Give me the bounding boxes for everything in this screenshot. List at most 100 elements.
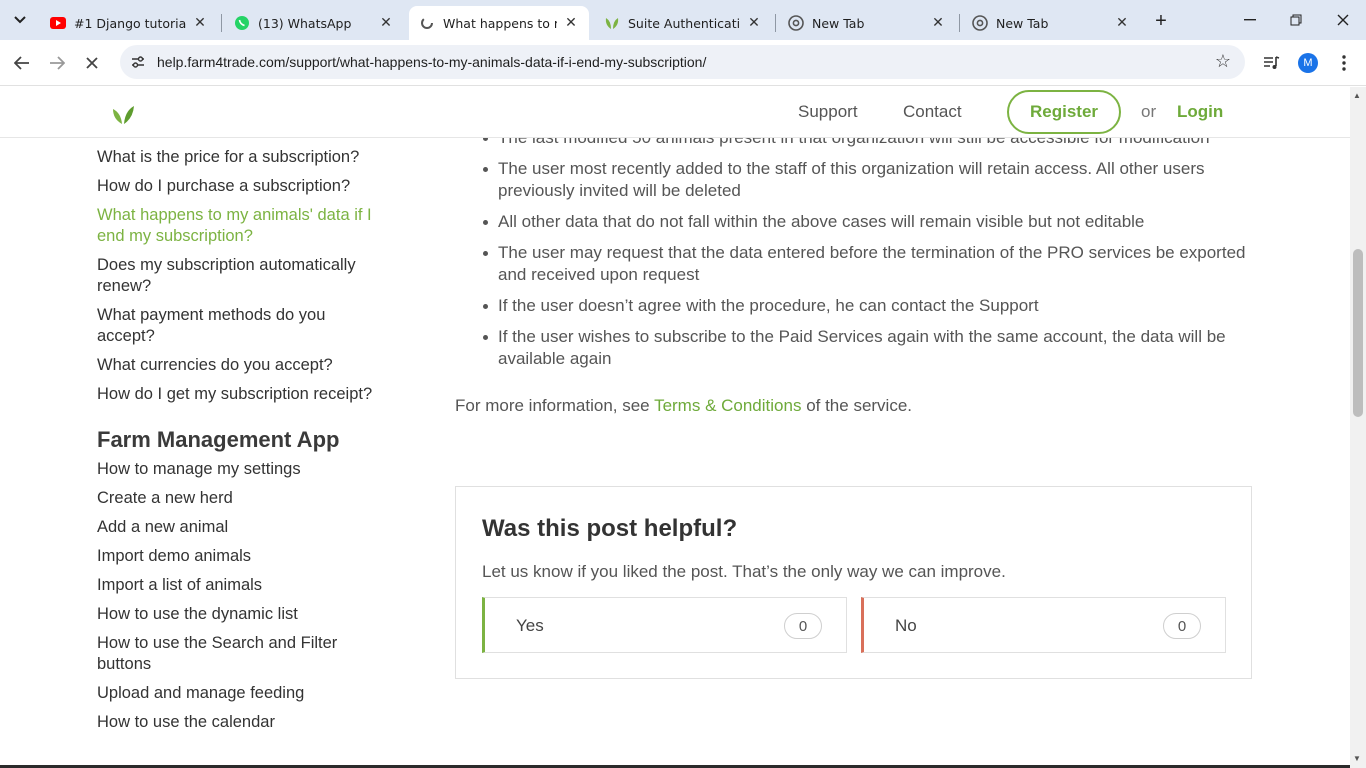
tab-whatsapp[interactable]: (13) WhatsApp ✕ bbox=[224, 6, 404, 40]
sidebar-item-settings[interactable]: How to manage my settings bbox=[97, 459, 387, 480]
nav-contact-link[interactable]: Contact bbox=[903, 102, 962, 122]
scroll-up-icon[interactable]: ▲ bbox=[1353, 91, 1361, 100]
login-link[interactable]: Login bbox=[1177, 102, 1223, 122]
sidebar-item-new-animal[interactable]: Add a new animal bbox=[97, 517, 387, 538]
sidebar-item-calendar[interactable]: How to use the calendar bbox=[97, 712, 387, 733]
list-item: All other data that do not fall within t… bbox=[455, 211, 1255, 233]
chrome-icon bbox=[788, 15, 804, 31]
vote-yes-count: 0 bbox=[784, 613, 822, 639]
arrow-left-icon bbox=[14, 56, 29, 70]
chevron-down-icon bbox=[14, 16, 26, 24]
sidebar-item-search-filter[interactable]: How to use the Search and Filter buttons bbox=[97, 633, 387, 675]
register-button[interactable]: Register bbox=[1007, 90, 1121, 134]
back-button[interactable] bbox=[9, 50, 35, 76]
loading-icon bbox=[419, 15, 435, 31]
close-icon[interactable]: ✕ bbox=[378, 15, 394, 31]
terms-conditions-link[interactable]: Terms & Conditions bbox=[654, 396, 801, 415]
close-window-button[interactable] bbox=[1329, 8, 1357, 32]
plus-icon: + bbox=[1155, 9, 1167, 32]
close-icon[interactable]: ✕ bbox=[1114, 15, 1130, 31]
sidebar-item-price[interactable]: What is the price for a subscription? bbox=[97, 147, 387, 168]
vote-no-label: No bbox=[895, 616, 917, 635]
sidebar-item-currencies[interactable]: What currencies do you accept? bbox=[97, 355, 387, 376]
more-vertical-icon bbox=[1342, 55, 1346, 71]
tab-title: What happens to my bbox=[443, 15, 557, 31]
profile-avatar[interactable]: M bbox=[1298, 53, 1318, 73]
address-bar[interactable]: help.farm4trade.com/support/what-happens… bbox=[120, 45, 1245, 79]
restore-icon bbox=[1290, 14, 1302, 26]
forward-button[interactable] bbox=[44, 50, 70, 76]
browser-menu-button[interactable] bbox=[1333, 52, 1355, 74]
leaf-icon bbox=[604, 15, 620, 31]
sidebar-item-receipt[interactable]: How do I get my subscription receipt? bbox=[97, 384, 387, 405]
tab-search-button[interactable] bbox=[6, 8, 34, 32]
page-viewport: Support Contact Register or Login What i… bbox=[0, 87, 1350, 768]
tab-title: Suite Authentication- bbox=[628, 15, 740, 31]
sidebar-item-dynamic-list[interactable]: How to use the dynamic list bbox=[97, 604, 387, 625]
nav-support-link[interactable]: Support bbox=[798, 102, 858, 122]
tab-separator bbox=[775, 14, 776, 32]
scrollbar-thumb[interactable] bbox=[1353, 249, 1363, 417]
browser-toolbar: help.farm4trade.com/support/what-happens… bbox=[0, 40, 1366, 86]
tab-new-tab[interactable]: New Tab ✕ bbox=[778, 6, 956, 40]
tab-django-tutorials[interactable]: #1 Django tutorials | V ✕ bbox=[40, 6, 218, 40]
media-control-button[interactable] bbox=[1261, 52, 1283, 74]
more-info-text: For more information, see Terms & Condit… bbox=[455, 396, 1255, 416]
tab-title: New Tab bbox=[812, 15, 865, 31]
sidebar-item-import-list[interactable]: Import a list of animals bbox=[97, 575, 387, 596]
vote-no-button[interactable]: No 0 bbox=[861, 597, 1226, 653]
tab-title: #1 Django tutorials | V bbox=[74, 15, 186, 31]
close-icon[interactable]: ✕ bbox=[746, 15, 762, 31]
minimize-button[interactable] bbox=[1236, 8, 1264, 32]
vote-no-count: 0 bbox=[1163, 613, 1201, 639]
page-scrollbar[interactable]: ▲ ▼ bbox=[1350, 87, 1366, 768]
sidebar-nav: What is the price for a subscription? Ho… bbox=[97, 147, 387, 741]
close-icon[interactable]: ✕ bbox=[192, 15, 208, 31]
sidebar-section-heading: Farm Management App bbox=[97, 427, 340, 452]
site-settings-icon[interactable] bbox=[130, 54, 146, 70]
sidebar-item-new-herd[interactable]: Create a new herd bbox=[97, 488, 387, 509]
close-icon bbox=[86, 57, 98, 69]
list-item: If the user wishes to subscribe to the P… bbox=[455, 326, 1255, 370]
more-info-suffix: of the service. bbox=[806, 396, 913, 415]
star-icon[interactable]: ☆ bbox=[1215, 51, 1231, 72]
sidebar-item-purchase[interactable]: How do I purchase a subscription? bbox=[97, 176, 387, 197]
youtube-icon bbox=[50, 15, 66, 31]
feedback-title: Was this post helpful? bbox=[482, 515, 738, 542]
sidebar-item-auto-renew[interactable]: Does my subscription automatically renew… bbox=[97, 255, 387, 297]
site-header: Support Contact Register or Login bbox=[0, 87, 1350, 138]
tab-suite-authentication[interactable]: Suite Authentication- ✕ bbox=[594, 6, 772, 40]
tab-new-tab[interactable]: New Tab ✕ bbox=[962, 6, 1140, 40]
tab-strip: #1 Django tutorials | V ✕ (13) WhatsApp … bbox=[0, 0, 1366, 40]
list-item: If the user doesn’t agree with the proce… bbox=[455, 295, 1255, 317]
tab-separator bbox=[221, 14, 222, 32]
article-bullet-list: The last modified 50 animals present in … bbox=[455, 127, 1255, 370]
feedback-box: Was this post helpful? Let us know if yo… bbox=[455, 486, 1252, 679]
whatsapp-icon bbox=[234, 15, 250, 31]
more-info-prefix: For more information, see bbox=[455, 396, 650, 415]
stop-loading-button[interactable] bbox=[79, 50, 105, 76]
new-tab-button[interactable]: + bbox=[1150, 10, 1172, 32]
sidebar-item-payment-methods[interactable]: What payment methods do you accept? bbox=[97, 305, 387, 347]
list-item: The user most recently added to the staf… bbox=[455, 158, 1255, 202]
vote-yes-button[interactable]: Yes 0 bbox=[482, 597, 847, 653]
sidebar-item-import-demo[interactable]: Import demo animals bbox=[97, 546, 387, 567]
sidebar-item-end-subscription[interactable]: What happens to my animals' data if I en… bbox=[97, 205, 387, 247]
chrome-icon bbox=[972, 15, 988, 31]
tab-title: (13) WhatsApp bbox=[258, 15, 352, 31]
minimize-icon bbox=[1244, 19, 1256, 21]
scroll-down-icon[interactable]: ▼ bbox=[1353, 754, 1361, 763]
restore-button[interactable] bbox=[1282, 8, 1310, 32]
tab-separator bbox=[959, 14, 960, 32]
tab-current-page[interactable]: What happens to my ✕ bbox=[409, 6, 589, 40]
close-icon bbox=[1337, 14, 1349, 26]
tab-title: New Tab bbox=[996, 15, 1049, 31]
sidebar-item-feeding[interactable]: Upload and manage feeding bbox=[97, 683, 387, 704]
url-text: help.farm4trade.com/support/what-happens… bbox=[157, 54, 707, 70]
article-content: The last modified 50 animals present in … bbox=[455, 127, 1255, 416]
vote-yes-label: Yes bbox=[516, 616, 544, 635]
list-item: The user may request that the data enter… bbox=[455, 242, 1255, 286]
farm4trade-logo-icon[interactable] bbox=[110, 103, 136, 125]
close-icon[interactable]: ✕ bbox=[563, 15, 579, 31]
close-icon[interactable]: ✕ bbox=[930, 15, 946, 31]
